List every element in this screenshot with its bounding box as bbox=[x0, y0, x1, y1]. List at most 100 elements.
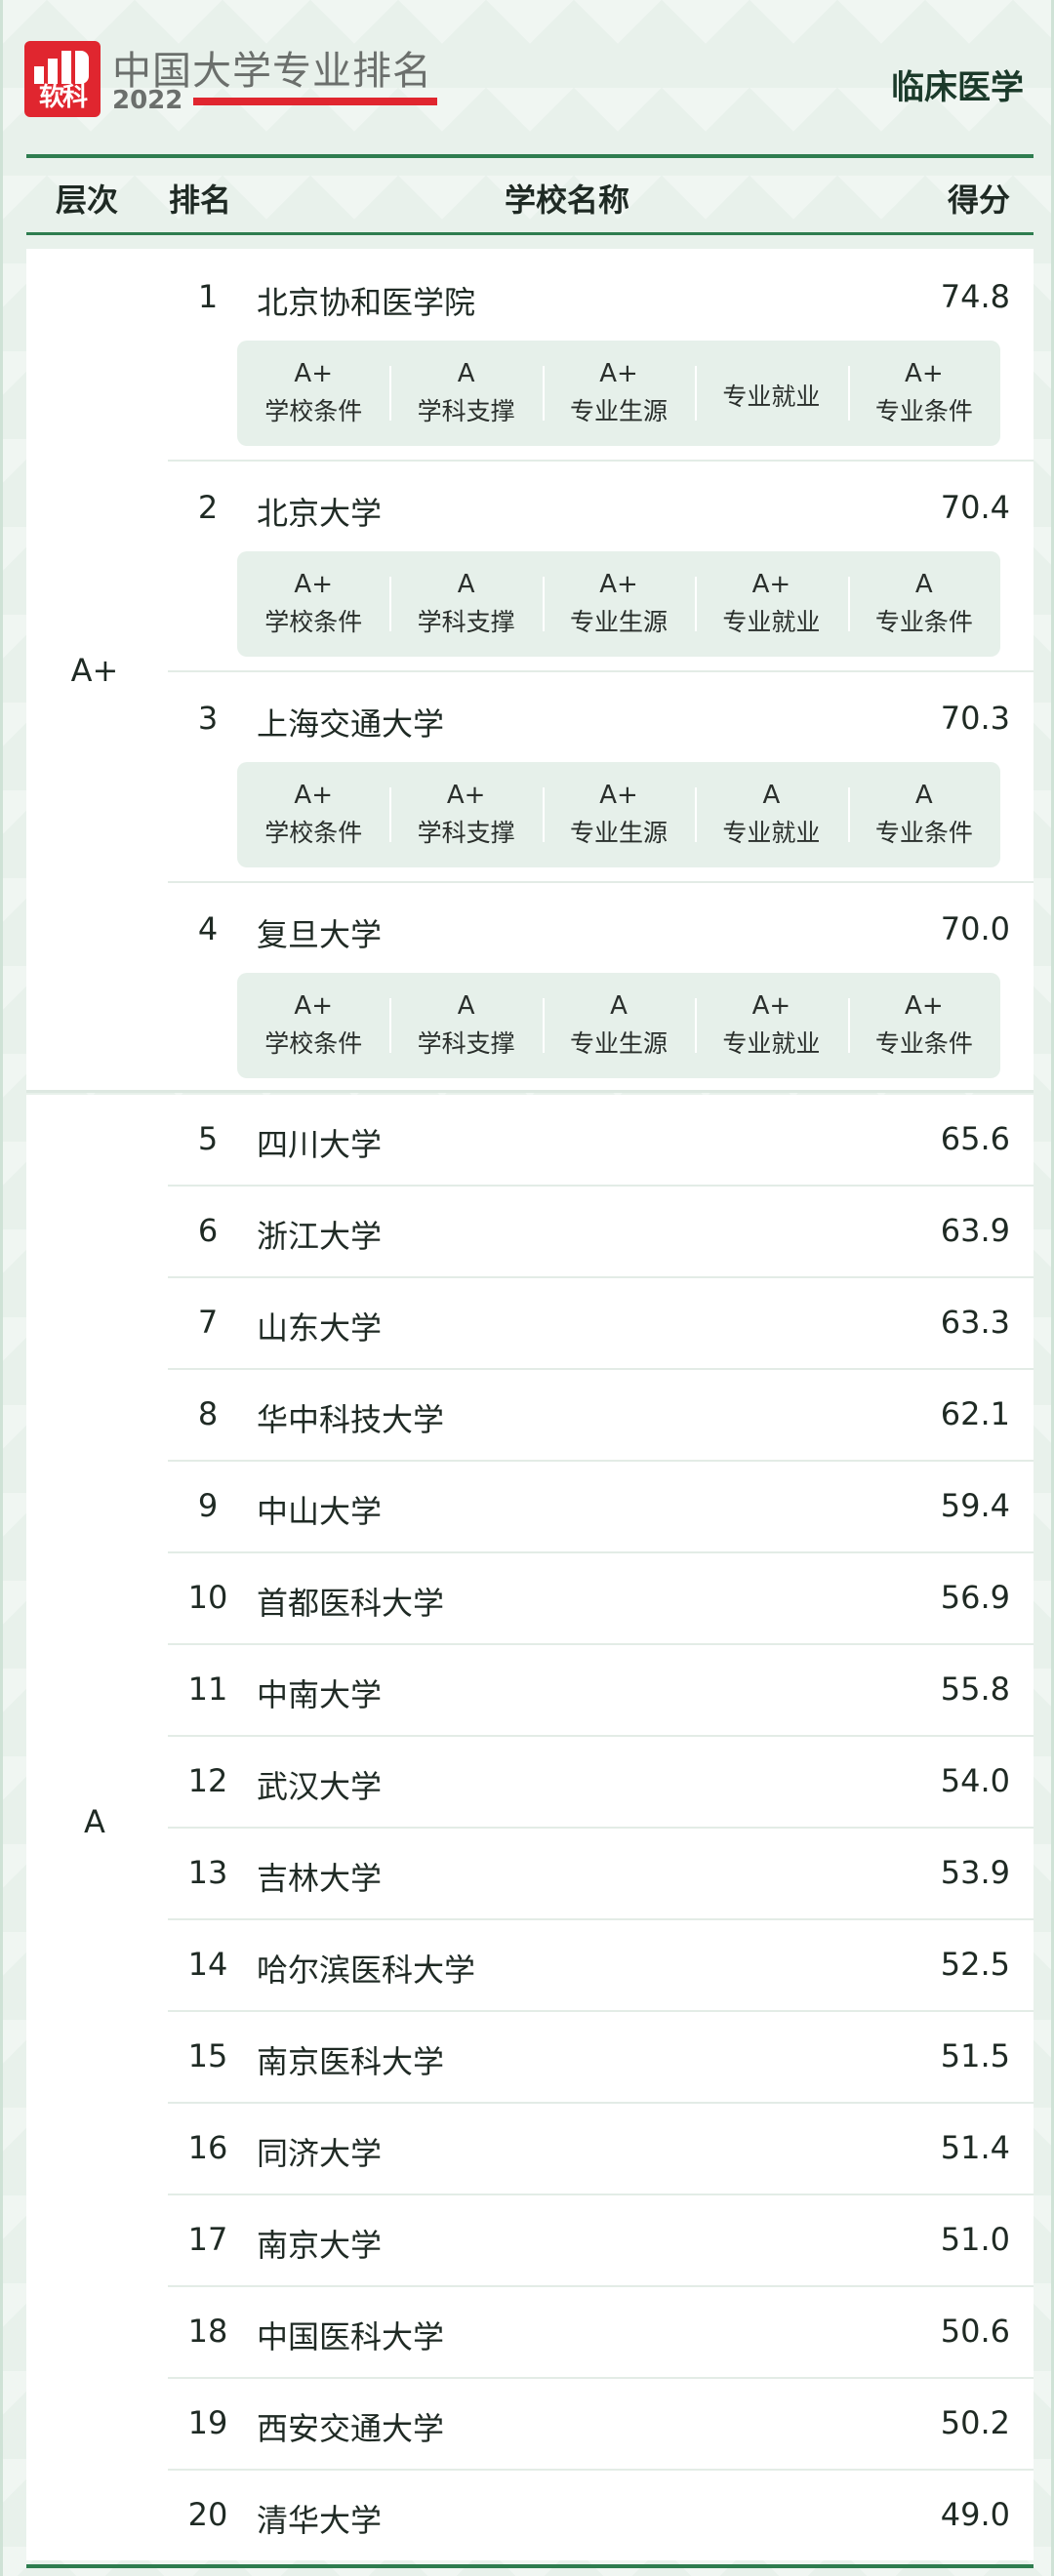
school-name: 上海交通大学 bbox=[257, 705, 445, 743]
indicator-item: A+ 专业生源 bbox=[542, 551, 695, 657]
rank-cell: 8 bbox=[197, 1395, 219, 1432]
score-cell: 50.2 bbox=[940, 2404, 1010, 2441]
indicator-item: A 专业条件 bbox=[847, 762, 1000, 867]
score-cell: 49.0 bbox=[940, 2496, 1010, 2533]
tier-separator bbox=[26, 1090, 1034, 1093]
school-name: 山东大学 bbox=[257, 1309, 383, 1347]
row-divider bbox=[168, 1551, 1034, 1553]
score-cell: 74.8 bbox=[940, 278, 1010, 315]
school-name: 中山大学 bbox=[257, 1493, 383, 1530]
rank-cell: 1 bbox=[197, 278, 219, 315]
school-name: 北京大学 bbox=[257, 495, 383, 532]
score-cell: 70.0 bbox=[940, 910, 1010, 947]
rank-cell: 14 bbox=[187, 1946, 228, 1983]
indicator-item: A+ 学校条件 bbox=[264, 359, 363, 425]
indicator-panel: A+ 学校条件 A+ 学科支撑 A+ 专业生源 A 专业就业 A 专业条件 bbox=[237, 762, 1000, 867]
rank-cell: 16 bbox=[187, 2129, 228, 2166]
header-bottom-rule bbox=[26, 232, 1034, 235]
indicator-item: A+ 学校条件 bbox=[264, 781, 363, 847]
score-cell: 53.9 bbox=[940, 1854, 1010, 1891]
table-bottom-rule bbox=[26, 2564, 1034, 2568]
header-tier: 层次 bbox=[56, 181, 119, 219]
indicator-item: A+ 专业生源 bbox=[542, 341, 695, 446]
school-name: 复旦大学 bbox=[257, 916, 383, 953]
row-divider bbox=[168, 2102, 1034, 2104]
score-cell: 51.5 bbox=[940, 2037, 1010, 2074]
score-cell: 63.3 bbox=[940, 1304, 1010, 1341]
indicator-panel: A+ 学校条件 A 学科支撑 A 专业生源 A+ 专业就业 A+ 专业条件 bbox=[237, 973, 1000, 1078]
rank-cell: 11 bbox=[187, 1670, 228, 1708]
school-name: 中南大学 bbox=[257, 1676, 383, 1713]
rank-cell: 5 bbox=[197, 1120, 219, 1157]
row-divider bbox=[168, 2010, 1034, 2012]
score-cell: 51.0 bbox=[940, 2221, 1010, 2258]
indicator-item: A+ 专业条件 bbox=[847, 341, 1000, 446]
school-name: 浙江大学 bbox=[257, 1218, 383, 1255]
rank-cell: 7 bbox=[197, 1304, 219, 1341]
indicator-item: A 专业就业 bbox=[695, 762, 847, 867]
school-name: 首都医科大学 bbox=[257, 1585, 445, 1622]
header-score: 得分 bbox=[947, 181, 1010, 219]
row-divider bbox=[168, 670, 1034, 672]
indicator-item: A+ 学科支撑 bbox=[389, 762, 542, 867]
rank-cell: 20 bbox=[187, 2496, 228, 2533]
indicator-panel: A+ 学校条件 A 学科支撑 A+ 专业生源 A+ 专业就业 A 专业条件 bbox=[237, 551, 1000, 657]
ranking-page: 软科 中国大学专业排名 2022 临床医学 层次 排名 学校名称 得分 A+ 1… bbox=[0, 0, 1054, 2576]
row-divider bbox=[168, 1460, 1034, 1462]
row-divider bbox=[168, 1827, 1034, 1829]
row-divider bbox=[168, 460, 1034, 462]
indicator-item: A 专业生源 bbox=[542, 973, 695, 1078]
title-underline bbox=[193, 98, 437, 105]
row-divider bbox=[168, 2194, 1034, 2195]
school-name: 武汉大学 bbox=[257, 1768, 383, 1805]
row-divider bbox=[168, 2285, 1034, 2287]
rank-cell: 3 bbox=[197, 700, 219, 737]
school-name: 华中科技大学 bbox=[257, 1401, 445, 1438]
school-name: 中国医科大学 bbox=[257, 2318, 445, 2355]
school-name: 吉林大学 bbox=[257, 1860, 383, 1897]
row-divider bbox=[168, 1735, 1034, 1737]
indicator-item: A+ 专业条件 bbox=[847, 973, 1000, 1078]
school-name: 南京医科大学 bbox=[257, 2043, 445, 2080]
indicator-item: A+ 学校条件 bbox=[264, 991, 363, 1058]
header-school: 学校名称 bbox=[505, 181, 630, 219]
row-divider bbox=[168, 1368, 1034, 1370]
indicator-item: 专业就业 bbox=[695, 341, 847, 446]
table-header: 层次 排名 学校名称 得分 bbox=[26, 160, 1034, 232]
tier-group-a-plus: A+ 1 北京协和医学院 74.8 A+ 学校条件 A 学科支撑 A+ 专业生源 专业… bbox=[26, 249, 1034, 1090]
rank-cell: 19 bbox=[187, 2404, 228, 2441]
score-cell: 52.5 bbox=[940, 1946, 1010, 1983]
rank-cell: 2 bbox=[197, 489, 219, 526]
row-divider bbox=[168, 2469, 1034, 2471]
indicator-item: A 学科支撑 bbox=[389, 973, 542, 1078]
score-cell: 70.4 bbox=[940, 489, 1010, 526]
rank-cell: 6 bbox=[197, 1212, 219, 1249]
score-cell: 56.9 bbox=[940, 1579, 1010, 1616]
tier-label: A bbox=[84, 1803, 105, 1840]
subject-title: 临床医学 bbox=[891, 68, 1024, 107]
rank-cell: 15 bbox=[187, 2037, 228, 2074]
score-cell: 55.8 bbox=[940, 1670, 1010, 1708]
school-name: 哈尔滨医科大学 bbox=[257, 1952, 476, 1989]
school-name: 四川大学 bbox=[257, 1126, 383, 1163]
score-cell: 59.4 bbox=[940, 1487, 1010, 1524]
score-cell: 62.1 bbox=[940, 1395, 1010, 1432]
score-cell: 54.0 bbox=[940, 1762, 1010, 1799]
tier-group-a: A 5 四川大学 65.6 6 浙江大学 63.9 7 山东大学 63.3 8 华中科技大学 62.1… bbox=[26, 1095, 1034, 2560]
score-cell: 51.4 bbox=[940, 2129, 1010, 2166]
indicator-item: A+ 学校条件 bbox=[264, 570, 363, 636]
ranking-year: 2022 bbox=[112, 86, 183, 115]
header-rank: 排名 bbox=[169, 181, 232, 219]
score-cell: 50.6 bbox=[940, 2313, 1010, 2350]
rank-cell: 17 bbox=[187, 2221, 228, 2258]
school-name: 清华大学 bbox=[257, 2502, 383, 2539]
row-divider bbox=[168, 2377, 1034, 2379]
row-divider bbox=[168, 1185, 1034, 1187]
logo-text: 软科 bbox=[38, 83, 88, 112]
row-divider bbox=[168, 1643, 1034, 1645]
indicator-panel: A+ 学校条件 A 学科支撑 A+ 专业生源 专业就业 A+ 专业条件 bbox=[237, 341, 1000, 446]
indicator-item: A+ 专业生源 bbox=[542, 762, 695, 867]
indicator-item: A+ 专业就业 bbox=[695, 551, 847, 657]
rank-cell: 4 bbox=[197, 910, 219, 947]
indicator-item: A+ 专业就业 bbox=[695, 973, 847, 1078]
